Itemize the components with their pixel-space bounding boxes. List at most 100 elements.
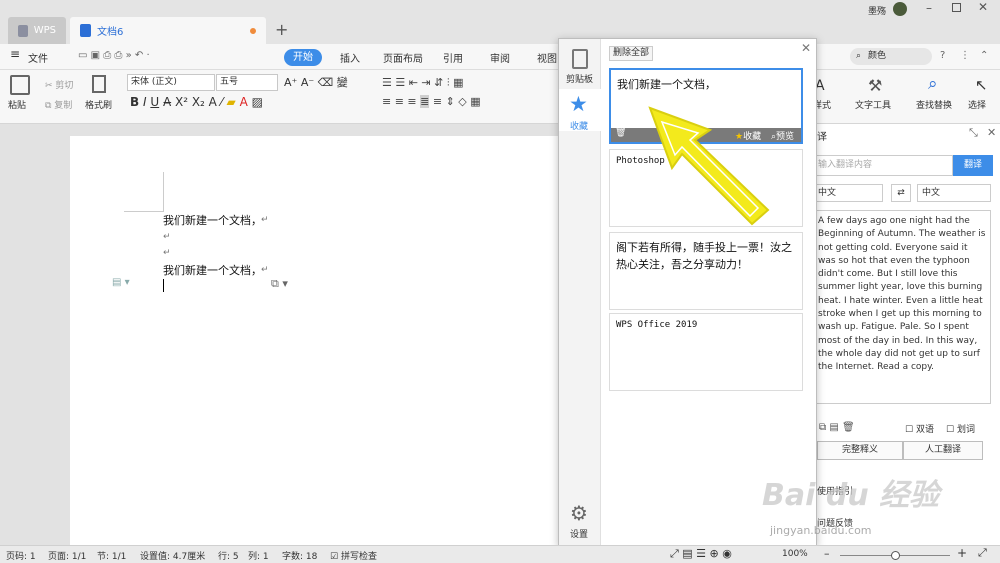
swap-icon[interactable]: ⇄	[891, 184, 911, 202]
minimize-icon[interactable]: –	[926, 1, 932, 15]
source-lang-select[interactable]: 中文	[813, 184, 883, 202]
zoom-in-icon[interactable]: +	[957, 546, 967, 560]
doc-line-1[interactable]: 我们新建一个文档，	[163, 212, 262, 228]
bilingual-checkbox[interactable]: ☐ 双语	[905, 422, 934, 435]
translate-button[interactable]: 翻译	[953, 155, 993, 176]
status-section[interactable]: 节: 1/1	[97, 549, 126, 562]
new-tab-icon[interactable]: +	[275, 20, 288, 39]
avatar[interactable]	[893, 2, 907, 16]
find-replace-icon[interactable]: ⌕	[928, 74, 938, 94]
select-label[interactable]: 选择	[968, 98, 986, 111]
status-bar: 页码: 1 页面: 1/1 节: 1/1 设置值: 4.7厘米 行: 5 列: …	[0, 545, 1000, 563]
favorites-tab[interactable]: ★ 收藏	[559, 89, 601, 132]
unsaved-dot-icon	[250, 28, 256, 34]
tab-document-label: 文档6	[97, 27, 124, 38]
settings-icon[interactable]: ⚙	[570, 501, 588, 525]
zoom-out-icon[interactable]: –	[824, 547, 830, 560]
fit-window-icon[interactable]: ⤢	[978, 546, 987, 560]
collapse-ribbon-icon[interactable]: ⌃	[980, 50, 988, 61]
list-indent-icons[interactable]: ☰ ☰ ⇤ ⇥ ⇵ ⫶ ▦	[382, 76, 464, 90]
maximize-icon[interactable]	[952, 3, 961, 12]
status-setting[interactable]: 设置值: 4.7厘米	[140, 549, 205, 562]
format-painter-icon[interactable]	[92, 75, 106, 93]
mark-checkbox[interactable]: ☐ 划词	[946, 422, 975, 435]
clip-item-text: WPS Office 2019	[616, 320, 698, 330]
trash-icon[interactable]: 🗑	[615, 128, 626, 138]
paragraph-mark: ↵	[261, 215, 269, 225]
clip-item-text: 我们新建一个文档，	[617, 78, 716, 91]
doc-side-icon[interactable]: ▤ ▾	[112, 277, 130, 288]
status-pages[interactable]: 页面: 1/1	[48, 549, 86, 562]
paragraph-mark: ↵	[163, 248, 171, 258]
tab-reference[interactable]: 引用	[443, 50, 463, 65]
status-page[interactable]: 页码: 1	[6, 549, 36, 562]
annotation-arrow-icon	[648, 106, 770, 226]
title-bar: WPS 文档6 + 墨殇 – ✕	[0, 0, 1000, 44]
target-lang-select[interactable]: 中文	[917, 184, 991, 202]
search-box[interactable]: ⌕ 颜色	[850, 48, 932, 65]
clipboard-icon[interactable]	[572, 49, 588, 69]
font-select[interactable]: 宋体 (正文)	[127, 74, 215, 91]
tab-view[interactable]: 视图	[537, 50, 557, 65]
pin-icon[interactable]: ⤡	[969, 126, 978, 140]
user-name: 墨殇	[868, 7, 887, 17]
status-words[interactable]: 字数: 18	[282, 549, 317, 562]
view-mode-icons[interactable]: ⤢ ▤ ☰ ⊕ ◉	[670, 547, 732, 561]
tab-layout[interactable]: 页面布局	[383, 50, 423, 65]
font-size-select[interactable]: 五号	[216, 74, 278, 91]
translate-input[interactable]: 输入翻译内容	[813, 155, 953, 176]
zoom-slider-thumb[interactable]	[891, 551, 900, 560]
paste-options-icon[interactable]: ⧉ ▾	[271, 277, 288, 291]
cut-button[interactable]: 剪切	[55, 81, 73, 91]
paste-icon[interactable]	[10, 75, 30, 95]
select-icon[interactable]: ↖	[975, 76, 988, 94]
status-col[interactable]: 列: 1	[248, 549, 269, 562]
tab-document[interactable]: 文档6	[70, 17, 266, 44]
translate-title: 译	[817, 132, 827, 143]
alignment-icons[interactable]: ≡ ≡ ≡ ≣ ≡ ⇕ ◇ ▦	[382, 95, 481, 108]
search-text: 颜色	[868, 51, 887, 61]
format-painter-label[interactable]: 格式刷	[85, 98, 112, 111]
zoom-level[interactable]: 100%	[782, 549, 808, 559]
more-icon[interactable]: ⋮	[960, 50, 970, 61]
copy-button[interactable]: 复制	[54, 101, 72, 111]
clip-item-4[interactable]: WPS Office 2019	[609, 313, 803, 391]
translation-result[interactable]: A few days ago one night had the Beginni…	[813, 210, 991, 404]
clipboard-tab-label[interactable]: 剪贴板	[566, 72, 593, 85]
paragraph-mark: ↵	[261, 265, 269, 275]
help-icon[interactable]: ?	[940, 50, 945, 61]
watermark-logo: Bai du 经验	[762, 478, 940, 513]
tab-insert[interactable]: 插入	[340, 50, 360, 65]
text-format-icons[interactable]: B I U A̶ X² X₂ A ⁄ ▰ A ▨	[130, 95, 263, 109]
clipboard-sidebar: 剪贴板 ★ 收藏 ⚙ 设置	[559, 39, 601, 545]
watermark-url: jingyan.baidu.com	[770, 524, 872, 537]
settings-label[interactable]: 设置	[570, 527, 588, 540]
menu-hamburger-icon[interactable]: ≡	[10, 47, 20, 61]
human-translate-button[interactable]: 人工翻译	[903, 441, 983, 460]
tab-start[interactable]: 开始	[284, 49, 322, 66]
close-icon[interactable]: ✕	[978, 0, 988, 14]
full-definition-button[interactable]: 完整释义	[817, 441, 903, 460]
text-cursor	[163, 279, 164, 292]
font-grow-shrink-icons[interactable]: A⁺ A⁻ ⌫ 變	[284, 74, 348, 90]
panel-close-icon[interactable]: ✕	[987, 126, 996, 139]
quick-access-icons[interactable]: ▭ ▣ ⎙ ⎙ » ↶ ·	[78, 50, 150, 61]
text-tools-label[interactable]: 文字工具	[855, 98, 891, 111]
find-replace-label[interactable]: 查找替换	[916, 98, 952, 111]
delete-all-button[interactable]: 删除全部	[609, 46, 654, 61]
tab-wps[interactable]: WPS	[8, 17, 66, 44]
wps-logo-icon	[18, 24, 28, 37]
result-action-icons[interactable]: ⧉ ▤ 🗑	[819, 422, 855, 433]
status-row[interactable]: 行: 5	[218, 549, 239, 562]
doc-line-4[interactable]: 我们新建一个文档，	[163, 262, 262, 278]
document-page[interactable]: 我们新建一个文档， ↵ ↵ ↵ 我们新建一个文档， ↵ ▤ ▾ ⧉ ▾	[70, 136, 560, 546]
tab-review[interactable]: 审阅	[490, 50, 510, 65]
spell-check[interactable]: ☑ 拼写检查	[330, 549, 377, 562]
menu-file[interactable]: 文件	[28, 50, 48, 65]
paste-label[interactable]: 粘贴	[8, 98, 26, 111]
bilingual-label: 双语	[915, 425, 934, 435]
star-icon: ★	[569, 92, 588, 116]
clipboard-close-icon[interactable]: ✕	[801, 41, 811, 55]
clip-item-3[interactable]: 阁下若有所得，随手投上一票！汝之热心关注，吾之分享动力！	[609, 232, 803, 310]
text-tools-icon[interactable]: ⚒	[868, 76, 882, 95]
